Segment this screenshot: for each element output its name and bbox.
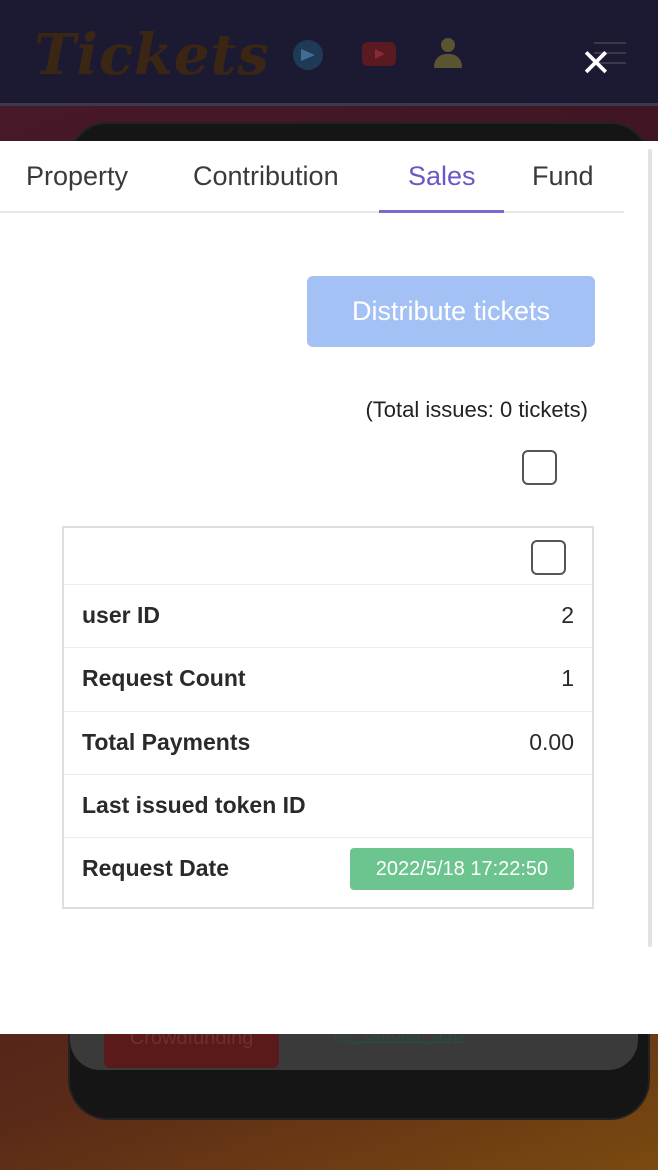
table-row: Request Date 2022/5/18 17:22:50 <box>64 837 592 900</box>
telegram-icon <box>293 40 323 70</box>
table-row: user ID 2 <box>64 584 592 647</box>
table-row: Request Count 1 <box>64 647 592 710</box>
distribute-tickets-button[interactable]: Distribute tickets <box>307 276 595 347</box>
user-icon <box>432 38 464 70</box>
row-checkbox[interactable] <box>531 540 566 575</box>
tab-sales[interactable]: Sales <box>408 161 476 192</box>
active-tab-indicator <box>379 210 504 213</box>
total-payments-value: 0.00 <box>529 729 574 755</box>
close-icon[interactable]: ✕ <box>580 44 612 82</box>
request-count-label: Request Count <box>82 665 246 691</box>
site-logo: Tickets <box>34 22 270 88</box>
tab-bar: Property Contribution Sales Fund <box>0 141 624 213</box>
background-crowdfunding-button: Crowdfunding <box>104 1034 279 1068</box>
request-count-value: 1 <box>561 665 574 691</box>
sales-modal: Property Contribution Sales Fund Distrib… <box>0 141 658 1034</box>
background-header: Tickets <box>0 0 658 106</box>
total-issues-text: (Total issues: 0 tickets) <box>365 397 588 422</box>
background-official-link: @_official_dsp <box>333 1034 465 1045</box>
request-date-label: Request Date <box>82 855 229 881</box>
tab-contribution[interactable]: Contribution <box>193 161 339 192</box>
youtube-icon <box>362 42 396 66</box>
total-payments-label: Total Payments <box>82 729 251 755</box>
table-row: Last issued token ID <box>64 774 592 837</box>
sales-record-card: user ID 2 Request Count 1 Total Payments… <box>62 526 594 909</box>
select-all-checkbox[interactable] <box>522 450 557 485</box>
scrollbar[interactable] <box>648 149 652 947</box>
tab-property[interactable]: Property <box>26 161 128 192</box>
table-row: Total Payments 0.00 <box>64 711 592 774</box>
user-id-value: 2 <box>561 602 574 628</box>
tab-fund[interactable]: Fund <box>532 161 594 192</box>
user-id-label: user ID <box>82 602 160 628</box>
last-token-label: Last issued token ID <box>82 792 306 818</box>
request-date-badge: 2022/5/18 17:22:50 <box>350 848 574 890</box>
